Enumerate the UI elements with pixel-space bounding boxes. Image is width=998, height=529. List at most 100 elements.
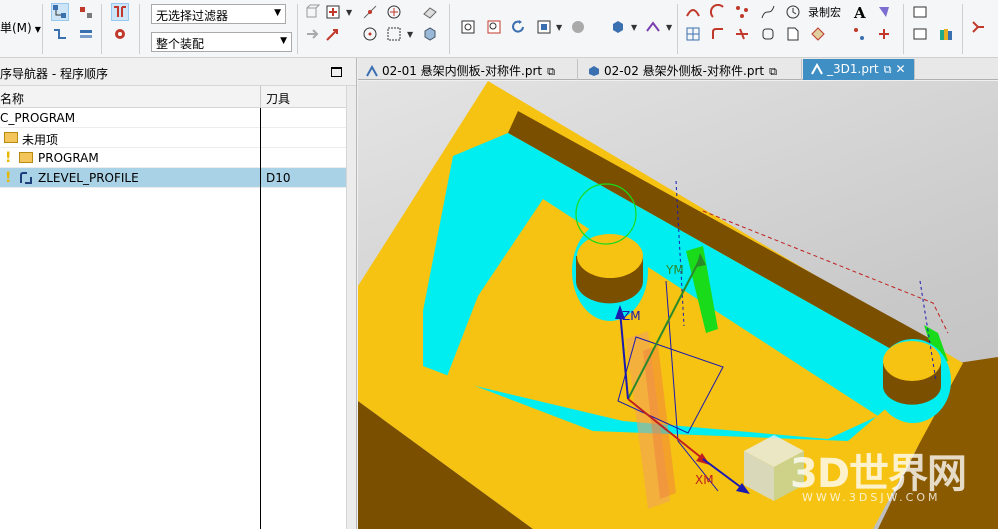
symbol-icon[interactable]: [876, 26, 892, 42]
edge-style-icon[interactable]: [645, 19, 661, 35]
snap-box-icon[interactable]: [386, 26, 402, 42]
column-header-name[interactable]: 名称: [0, 90, 24, 107]
arc-icon[interactable]: [710, 4, 726, 20]
select-edge-icon[interactable]: [52, 26, 68, 42]
point-set-icon[interactable]: [734, 4, 750, 20]
fillet-icon[interactable]: [710, 26, 726, 42]
record-macro-icon[interactable]: [785, 4, 801, 20]
snap-center-icon[interactable]: [386, 4, 402, 20]
tree-row-label: 未用项: [22, 133, 59, 147]
pmi-icon[interactable]: [876, 4, 892, 20]
column-line: [260, 108, 261, 529]
fit-view-icon[interactable]: [460, 19, 476, 35]
tree-row-zlevel-profile[interactable]: ! ZLEVEL_PROFILE D10: [0, 168, 347, 188]
zm-axis-label: ZM: [622, 309, 641, 323]
eraser-icon[interactable]: [422, 4, 438, 20]
assembly-scope-value: 整个装配: [156, 37, 205, 51]
filter-toggle-icon[interactable]: [111, 3, 129, 21]
column-divider[interactable]: [260, 86, 261, 108]
render-style-icon[interactable]: [610, 19, 626, 35]
text-annotation-icon[interactable]: A: [852, 4, 868, 20]
snap-cube-icon[interactable]: [304, 4, 320, 20]
divider: [903, 4, 904, 54]
tree-row-label: PROGRAM: [38, 151, 99, 165]
dimension-icon[interactable]: [852, 26, 868, 42]
navigator-tree: C_PROGRAM 未用项 ! PROGRAM ! ZLEVEL_PROFILE…: [0, 108, 347, 188]
divider: [42, 4, 43, 54]
warning-icon: !: [5, 150, 12, 166]
layout-icon[interactable]: [912, 26, 928, 42]
tree-row-program[interactable]: ! PROGRAM: [0, 148, 347, 168]
column-header-tool[interactable]: 刀具: [266, 90, 290, 107]
maximize-icon[interactable]: [331, 67, 342, 77]
divider: [962, 4, 963, 54]
divider: [101, 4, 102, 54]
pin-icon[interactable]: ⧉: [547, 65, 555, 78]
select-feature-icon[interactable]: [51, 3, 69, 21]
trim-icon[interactable]: [734, 26, 750, 42]
graphics-viewport[interactable]: YM ZM XM 3D世界网 WWW.3DSJW.COM: [358, 81, 998, 529]
label-icon[interactable]: [810, 26, 826, 42]
shaded-icon[interactable]: [570, 19, 586, 35]
warning-icon: !: [5, 170, 12, 186]
zoom-icon[interactable]: [486, 19, 502, 35]
tab-part-01[interactable]: 02-01 悬架内侧板-对称件.prt ⧉: [358, 59, 578, 80]
folder-icon: [4, 132, 18, 143]
divider: [449, 4, 450, 54]
layers-icon[interactable]: [938, 26, 954, 42]
chevron-down-icon[interactable]: ▼: [407, 30, 413, 39]
chevron-down-icon[interactable]: ▼: [346, 8, 352, 17]
xm-axis-label: XM: [695, 473, 714, 487]
tab-label: _3D1.prt: [827, 62, 879, 76]
selection-filter-select[interactable]: 无选择过滤器 ▼: [151, 4, 286, 24]
snap-arrow-icon[interactable]: [325, 26, 341, 42]
divider: [677, 4, 678, 54]
chevron-down-icon: ▼: [34, 25, 41, 34]
record-macro-label[interactable]: 录制宏: [808, 4, 841, 20]
gear-filter-icon[interactable]: [112, 26, 128, 42]
tab-part-02[interactable]: 02-02 悬架外侧板-对称件.prt ⧉: [580, 59, 802, 80]
ym-axis-label: YM: [666, 263, 684, 277]
rotate-icon[interactable]: [510, 19, 526, 35]
menu-button[interactable]: 単(M) ▼: [0, 19, 41, 36]
assembly-scope-select[interactable]: 整个装配 ▼: [151, 32, 292, 52]
arrow-gray-icon[interactable]: [304, 26, 320, 42]
window-icon[interactable]: [912, 4, 928, 20]
mesh-icon[interactable]: [685, 26, 701, 42]
pin-icon[interactable]: ⧉: [884, 63, 892, 76]
tree-row-label: ZLEVEL_PROFILE: [38, 171, 139, 185]
spline-icon[interactable]: [760, 4, 776, 20]
vertical-scrollbar[interactable]: [346, 86, 356, 529]
customize-icon[interactable]: [970, 19, 986, 35]
watermark-subtitle: WWW.3DSJW.COM: [802, 491, 941, 504]
chevron-down-icon: ▼: [280, 36, 287, 46]
chevron-down-icon[interactable]: ▼: [666, 23, 672, 32]
chevron-down-icon[interactable]: ▼: [556, 23, 562, 32]
part-icon: [811, 62, 823, 75]
navigator-header: 名称 刀具: [0, 86, 347, 108]
tree-row-root[interactable]: C_PROGRAM: [0, 108, 347, 128]
snap-point-icon[interactable]: [325, 4, 341, 20]
operation-icon: [19, 171, 33, 185]
curve-icon[interactable]: [685, 4, 701, 20]
document-icon[interactable]: [785, 26, 801, 42]
tab-label: 02-01 悬架内侧板-对称件.prt: [382, 64, 543, 78]
cube-view-icon[interactable]: [422, 26, 438, 42]
snap-midpoint-icon[interactable]: [362, 4, 378, 20]
snap-quadrant-icon[interactable]: [362, 26, 378, 42]
tree-row-tool: D10: [266, 171, 291, 185]
pin-icon[interactable]: ⧉: [769, 65, 777, 78]
orient-view-icon[interactable]: [536, 19, 552, 35]
watermark: 3D世界网 WWW.3DSJW.COM: [730, 431, 980, 521]
tree-row-label: C_PROGRAM: [0, 111, 76, 125]
close-icon[interactable]: ✕: [895, 62, 905, 76]
operation-navigator: 序导航器 - 程序顺序 名称 刀具 C_PROGRAM 未用项 ! PROGRA…: [0, 58, 357, 529]
tree-row-unused[interactable]: 未用项: [0, 128, 347, 148]
select-body-icon[interactable]: [78, 4, 94, 20]
boss-top-left: [577, 234, 643, 278]
select-face-icon[interactable]: [78, 26, 94, 42]
navigator-title: 序导航器 - 程序顺序: [0, 67, 108, 81]
chevron-down-icon[interactable]: ▼: [631, 23, 637, 32]
tube-icon[interactable]: [760, 26, 776, 42]
tab-3d1[interactable]: _3D1.prt ⧉ ✕: [803, 59, 915, 80]
